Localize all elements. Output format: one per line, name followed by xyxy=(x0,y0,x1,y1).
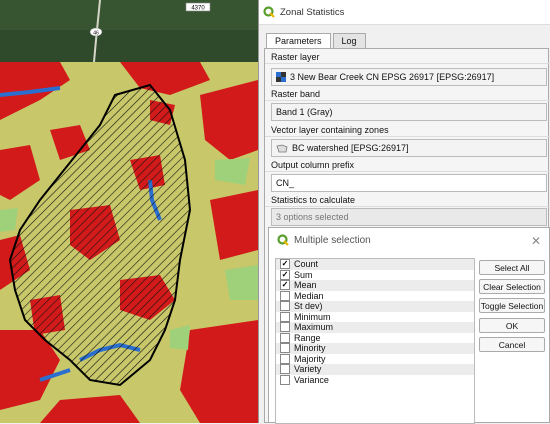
option-label: Count xyxy=(294,259,319,270)
qgis-icon xyxy=(263,6,275,18)
option-checkbox[interactable] xyxy=(280,374,290,385)
option-row[interactable]: St dev) xyxy=(276,301,474,312)
option-checkbox[interactable]: ✓ xyxy=(280,280,290,291)
option-label: Variance xyxy=(294,374,329,385)
raster-layer-value: 3 New Bear Creek CN EPSG 26917 [EPSG:269… xyxy=(290,72,495,82)
option-checkbox[interactable] xyxy=(280,322,290,333)
raster-band-value: Band 1 (Gray) xyxy=(276,107,333,117)
dialog-title: Zonal Statistics xyxy=(280,6,345,18)
ok-button[interactable]: OK xyxy=(479,318,545,333)
clear-selection-button[interactable]: Clear Selection xyxy=(479,279,545,294)
option-checkbox[interactable]: ✓ xyxy=(280,269,290,280)
option-label: Majority xyxy=(294,353,326,364)
option-row[interactable]: Variety xyxy=(276,364,474,375)
map-svg[interactable]: 4370 46 xyxy=(0,0,258,423)
raster-layer-select[interactable]: 3 New Bear Creek CN EPSG 26917 [EPSG:269… xyxy=(271,68,547,86)
vector-layer-value: BC watershed [EPSG:26917] xyxy=(292,143,409,153)
raster-band-select[interactable]: Band 1 (Gray) xyxy=(271,103,547,121)
dialog-titlebar[interactable]: Zonal Statistics xyxy=(259,0,550,25)
option-label: Range xyxy=(294,332,321,343)
stats-select[interactable]: 3 options selected xyxy=(271,208,547,226)
tab-log[interactable]: Log xyxy=(332,33,366,49)
stats-value: 3 options selected xyxy=(276,212,349,222)
option-checkbox[interactable] xyxy=(280,364,290,375)
option-checkbox[interactable] xyxy=(280,290,290,301)
option-label: Median xyxy=(294,290,324,301)
option-checkbox[interactable] xyxy=(280,343,290,354)
option-checkbox[interactable]: ✓ xyxy=(280,259,290,270)
option-checkbox[interactable] xyxy=(280,311,290,322)
multiple-selection-dialog: Multiple selection ✕ ✓ Count ✓ Sum ✓ Mean Medi… xyxy=(268,227,550,424)
option-row[interactable]: ✓ Count xyxy=(276,259,474,270)
vector-layer-label: Vector layer containing zones xyxy=(271,125,389,135)
raster-band-label: Raster band xyxy=(271,89,321,99)
option-label: Minimum xyxy=(294,311,331,322)
select-all-button[interactable]: Select All xyxy=(479,260,545,275)
prefix-label: Output column prefix xyxy=(271,160,355,170)
map-canvas[interactable]: 4370 46 xyxy=(0,0,258,423)
option-label: Sum xyxy=(294,269,313,280)
option-label: Minority xyxy=(294,343,326,354)
qgis-icon xyxy=(277,234,289,246)
statistics-option-list[interactable]: ✓ Count ✓ Sum ✓ Mean Median St dev) Minimum Maxim… xyxy=(275,258,475,424)
option-checkbox[interactable] xyxy=(280,353,290,364)
option-label: Mean xyxy=(294,280,317,291)
option-row[interactable]: Variance xyxy=(276,374,474,386)
raster-layer-icon xyxy=(276,72,286,82)
option-label: St dev) xyxy=(294,301,323,312)
prefix-input[interactable]: CN_ xyxy=(271,174,547,192)
option-row[interactable]: Minimum xyxy=(276,311,474,323)
cancel-button[interactable]: Cancel xyxy=(479,337,545,352)
option-row[interactable]: ✓ Sum xyxy=(276,269,474,281)
option-checkbox[interactable] xyxy=(280,332,290,343)
prefix-value: CN_ xyxy=(276,178,295,188)
close-icon[interactable]: ✕ xyxy=(531,234,541,248)
option-label: Variety xyxy=(294,364,322,375)
multiple-selection-title: Multiple selection xyxy=(294,234,371,246)
option-label: Maximum xyxy=(294,322,334,333)
stats-label: Statistics to calculate xyxy=(271,195,356,205)
option-row[interactable]: Minority xyxy=(276,343,474,354)
option-checkbox[interactable] xyxy=(280,301,290,312)
multiple-selection-titlebar[interactable]: Multiple selection ✕ xyxy=(269,228,549,252)
vector-layer-select[interactable]: BC watershed [EPSG:26917] xyxy=(271,139,547,157)
option-row[interactable]: Maximum xyxy=(276,322,474,333)
option-row[interactable]: Range xyxy=(276,332,474,344)
option-row[interactable]: Median xyxy=(276,290,474,302)
toggle-selection-button[interactable]: Toggle Selection xyxy=(479,298,545,313)
raster-layer-label: Raster layer xyxy=(271,52,320,62)
road-label: 4370 xyxy=(191,6,205,12)
polygon-layer-icon xyxy=(276,144,288,152)
option-row[interactable]: ✓ Mean xyxy=(276,280,474,291)
route-label: 46 xyxy=(93,31,99,37)
option-row[interactable]: Majority xyxy=(276,353,474,365)
